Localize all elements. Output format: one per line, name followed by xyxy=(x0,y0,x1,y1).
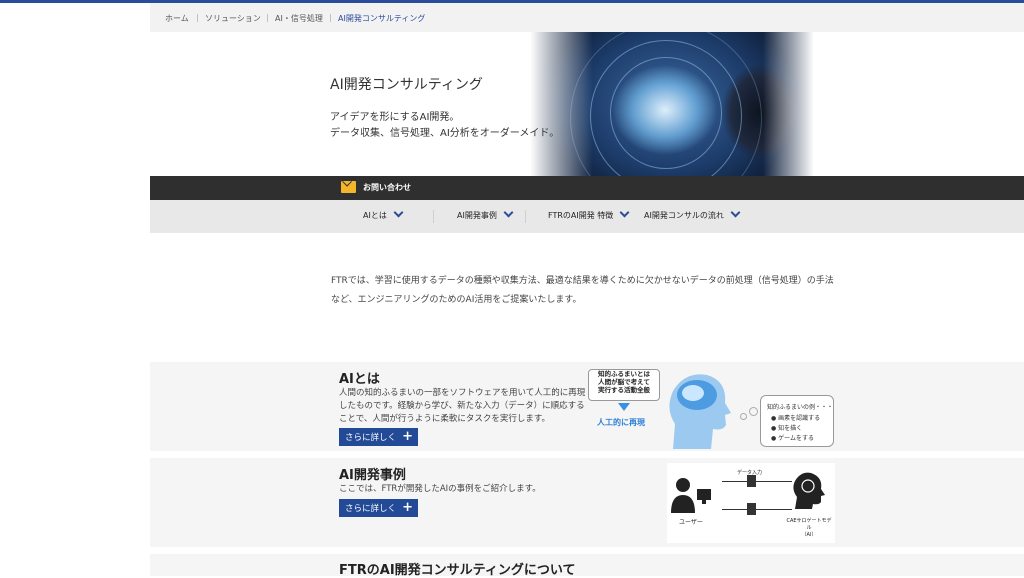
hero-section: AI開発コンサルティング アイデアを形にするAI開発。 データ収集、信号処理、A… xyxy=(150,32,1024,176)
breadcrumb-separator: | xyxy=(266,13,269,22)
illus-user-label: ユーザー xyxy=(679,519,703,526)
breadcrumb-current: AI開発コンサルティング xyxy=(338,14,426,23)
breadcrumb-ai-signal[interactable]: AI・信号処理 xyxy=(275,13,323,24)
chevron-down-icon xyxy=(393,207,404,218)
breadcrumb-separator: | xyxy=(329,13,332,22)
head-brain-icon xyxy=(669,374,731,449)
nav-label: AI開発コンサルの流れ xyxy=(644,211,724,220)
nav-label: AI開発事例 xyxy=(457,211,497,220)
illus-model-label: CAEサロゲートモデル （AI） xyxy=(784,517,834,538)
plus-icon: + xyxy=(402,500,413,515)
thought-dot xyxy=(749,407,758,416)
section-title: AIとは xyxy=(339,372,380,387)
contact-bar[interactable]: お問い合わせ xyxy=(150,176,1024,200)
section-about-ai: AIとは 人間の知的ふるまいの一部をソフトウェアを用いて人工的に再現 したもので… xyxy=(150,362,1024,451)
contact-label[interactable]: お問い合わせ xyxy=(363,182,411,193)
chevron-down-icon xyxy=(730,207,741,218)
breadcrumb-solutions[interactable]: ソリューション xyxy=(205,13,261,24)
section-text: ここでは、FTRが開発したAIの事例をご紹介します。 xyxy=(339,484,541,494)
section-text: したものです。経験から学び、新たな入力（データ）に順応する xyxy=(339,401,585,411)
thought-dot xyxy=(740,413,747,420)
more-button-about-ai[interactable]: さらに詳しく + xyxy=(339,428,418,446)
button-label: さらに詳しく xyxy=(345,433,397,443)
nav-item-flow[interactable]: AI開発コンサルの流れ xyxy=(644,207,741,221)
illus-list-title: 知的ふるまいの例・・・ xyxy=(767,404,834,411)
mail-icon xyxy=(341,181,356,193)
breadcrumb-home[interactable]: ホーム xyxy=(165,13,189,24)
ai-illustration: 知的ふるまいとは 人間が脳で考えて 実行する活動全般 人工的に再現 知的ふるまい… xyxy=(585,367,835,451)
button-label: さらに詳しく xyxy=(345,504,397,514)
breadcrumb-separator: | xyxy=(196,13,199,22)
nav-label: FTRのAI開発 特徴 xyxy=(548,211,614,220)
nav-divider xyxy=(433,210,434,223)
section-title: AI開発事例 xyxy=(339,468,406,483)
illus-label: 人工的に再現 xyxy=(597,418,645,427)
breadcrumb: ホーム | ソリューション | AI・信号処理 | AI開発コンサルティング xyxy=(150,3,1024,32)
illus-list-item: ● 画素を認識する xyxy=(771,415,821,422)
intro-text-2: など、エンジニアリングのためのAI活用をご提案いたします。 xyxy=(331,295,582,305)
hero-brain-image xyxy=(530,32,814,176)
illus-list-text: ゲームをする xyxy=(778,435,814,442)
hero-title: AI開発コンサルティング xyxy=(330,77,483,93)
illus-model-text: （AI） xyxy=(801,532,817,538)
arrow-right-icon xyxy=(722,481,792,482)
nav-item-about-ai[interactable]: AIとは xyxy=(363,207,404,221)
section-text: ことで、人間が行うように柔軟にタスクを実行します。 xyxy=(339,414,551,424)
hero-subtitle-2: データ収集、信号処理、AI分析をオーダーメイド。 xyxy=(330,128,560,139)
ai-head-icon xyxy=(793,472,825,509)
section-cases: AI開発事例 ここでは、FTRが開発したAIの事例をご紹介します。 さらに詳しく… xyxy=(150,458,1024,547)
illus-model-text: CAEサロゲートモデル xyxy=(786,518,832,531)
illus-bubble: 知的ふるまいとは 人間が脳で考えて 実行する活動全般 xyxy=(588,369,660,401)
section-text: 人間の知的ふるまいの一部をソフトウェアを用いて人工的に再現 xyxy=(339,388,586,398)
document-icon xyxy=(747,503,756,515)
illus-bubble-text: 実行する活動全般 xyxy=(598,386,650,394)
section-nav: AIとは AI開発事例 FTRのAI開発 特徴 AI開発コンサルの流れ xyxy=(150,200,1024,233)
nav-item-features[interactable]: FTRのAI開発 特徴 xyxy=(548,207,630,221)
user-computer-icon xyxy=(671,478,711,513)
chevron-down-icon xyxy=(619,207,630,218)
nav-divider xyxy=(525,210,526,223)
chevron-down-icon xyxy=(503,207,514,218)
illus-bubble-text: 人間が脳で考えて xyxy=(598,378,650,386)
illus-bubble-text: 知的ふるまいとは xyxy=(598,370,650,378)
illus-example-box: 知的ふるまいの例・・・ ● 画素を認識する ● 知を描く ● ゲームをする xyxy=(760,395,834,447)
illus-list-text: 画素を認識する xyxy=(778,415,821,422)
arrow-down-icon xyxy=(618,403,630,411)
illus-list-item: ● 知を描く xyxy=(771,425,803,432)
intro-text-1: FTRでは、学習に使用するデータの種類や収集方法、最適な結果を導くために欠かせな… xyxy=(331,276,834,286)
plus-icon: + xyxy=(402,429,413,444)
cases-illustration: ユーザー データ入力 CAEサロゲートモデル （AI） xyxy=(667,463,835,543)
hero-subtitle-1: アイデアを形にするAI開発。 xyxy=(330,112,460,123)
nav-item-cases[interactable]: AI開発事例 xyxy=(457,207,514,221)
section-features: FTRのAI開発コンサルティングについて xyxy=(150,554,1024,578)
document-icon xyxy=(747,475,756,487)
more-button-cases[interactable]: さらに詳しく + xyxy=(339,499,418,517)
section-title: FTRのAI開発コンサルティングについて xyxy=(339,563,576,578)
illus-list-text: 知を描く xyxy=(778,425,803,432)
nav-label: AIとは xyxy=(363,211,387,220)
illus-list-item: ● ゲームをする xyxy=(771,435,814,442)
arrow-left-icon xyxy=(722,509,792,510)
